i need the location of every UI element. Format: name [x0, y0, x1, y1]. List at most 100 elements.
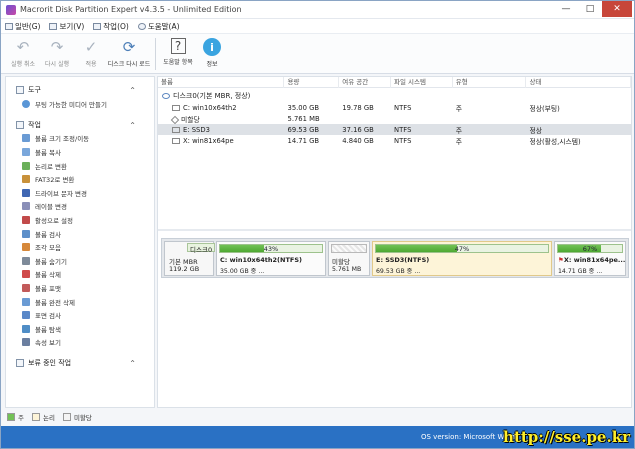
drive-letter-icon [22, 188, 30, 197]
operation-icon [93, 22, 102, 30]
redo-button[interactable]: ↷ 다시 실행 [41, 34, 73, 72]
type-cell: 주 [455, 137, 463, 146]
status-cell: 정상(부팅) [529, 104, 560, 113]
partition-icon [172, 126, 180, 133]
menu-general[interactable]: 일반(G) [5, 21, 40, 32]
logical-swatch [31, 413, 40, 421]
sidebar-item-label: 부팅 가능한 미디어 만들기 [35, 100, 107, 109]
disk-map-name: 디스크0 [187, 243, 215, 254]
sidebar-item-convert-fat32[interactable]: FAT32로 변환 [6, 172, 154, 186]
menu-view[interactable]: 보기(V) [49, 21, 84, 32]
fs-cell: NTFS [394, 125, 412, 134]
col-filesystem[interactable]: 파일 시스템 [391, 76, 453, 88]
reload-disk-button[interactable]: ⟳ 디스크 다시 로드 [107, 34, 151, 72]
convert-icon [22, 161, 30, 170]
sidebar: 도구 ⌃ 부팅 가능한 미디어 만들기 작업 ⌃ 볼륨 크기 조정/이동 볼륨 복사… [5, 76, 155, 408]
sidebar-item-label: FAT32로 변환 [35, 176, 75, 185]
sidebar-item-check-volume[interactable]: 볼륨 검사 [6, 227, 154, 241]
partition-name-row: ⚑X: win81x64pe... [558, 256, 625, 264]
table-row-selected[interactable]: E: SSD3 69.53 GB 37.16 GB NTFS 주 정상 [158, 124, 631, 135]
undo-button[interactable]: ↶ 실행 취소 [7, 34, 39, 72]
pane-splitter[interactable] [158, 229, 631, 231]
status-bar: OS version: Microsoft Wind http://sse.pe… [1, 426, 634, 448]
primary-swatch [7, 413, 15, 421]
resize-icon [22, 134, 30, 143]
table-row[interactable]: C: win10x64th2 35.00 GB 19.78 GB NTFS 주 … [158, 102, 631, 113]
status-cell: 정상 [529, 126, 542, 135]
reload-label: 디스크 다시 로드 [107, 61, 151, 68]
col-status[interactable]: 상태 [526, 76, 631, 88]
sidebar-item-change-label[interactable]: 레이블 변경 [6, 200, 154, 214]
sidebar-item-label: 볼륨 포맷 [35, 284, 61, 293]
col-free[interactable]: 여유 공간 [339, 76, 392, 88]
pending-section-header[interactable]: 보류 중인 작업 ⌃ [6, 356, 154, 370]
sidebar-item-label: 표면 검사 [35, 312, 61, 321]
sidebar-item-bootable-media[interactable]: 부팅 가능한 미디어 만들기 [6, 97, 154, 111]
sidebar-item-properties[interactable]: 속성 보기 [6, 336, 154, 350]
minimize-button[interactable]: — [554, 1, 578, 17]
legend-label: 논리 [42, 414, 55, 422]
col-volume[interactable]: 볼륨 [158, 76, 285, 88]
wrench-icon [16, 86, 24, 94]
free-cell: 19.78 GB [342, 103, 374, 112]
format-icon [22, 283, 30, 292]
sidebar-item-format-volume[interactable]: 볼륨 포맷 [6, 281, 154, 295]
watermark: http://sse.pe.kr [503, 428, 630, 446]
table-row[interactable]: 미할당 5.761 MB [158, 113, 631, 124]
general-icon [5, 22, 13, 30]
partition-block-x[interactable]: 67% ⚑X: win81x64pe... 14.71 GB 중 ... [554, 241, 626, 276]
table-row[interactable]: X: win81x64pe 14.71 GB 4.840 GB NTFS 주 정… [158, 135, 631, 146]
col-capacity[interactable]: 용량 [284, 76, 340, 88]
fs-cell: NTFS [394, 103, 412, 112]
usage-bar: 67% [557, 244, 623, 253]
unallocated-icon [170, 115, 180, 124]
sidebar-item-wipe-volume[interactable]: 볼륨 완전 삭제 [6, 295, 154, 309]
view-icon [49, 22, 58, 30]
properties-icon [22, 338, 30, 347]
menu-general-label: 일반(G) [15, 21, 41, 31]
sidebar-item-label: 속성 보기 [35, 339, 61, 348]
legend-logical: 논리 [31, 412, 55, 422]
legend-primary: 주 [7, 412, 24, 422]
info-button[interactable]: i 정보 [196, 34, 228, 72]
partition-block-unallocated[interactable]: 미할당 5.761 MB [328, 241, 370, 276]
sidebar-item-copy-volume[interactable]: 볼륨 복사 [6, 145, 154, 159]
tools-section-header[interactable]: 도구 ⌃ [6, 83, 154, 97]
disk-row-label: 디스크0(기본 MBR, 정상) [173, 92, 251, 100]
wipe-icon [22, 297, 30, 306]
sidebar-item-hide-volume[interactable]: 볼륨 숨기기 [6, 254, 154, 268]
maximize-button[interactable]: □ [578, 1, 602, 17]
delete-icon [22, 270, 30, 279]
sidebar-item-set-active[interactable]: 활성으로 설정 [6, 213, 154, 227]
ops-section-header[interactable]: 작업 ⌃ [6, 118, 154, 132]
toolbar: ↶ 실행 취소 ↷ 다시 실행 ✓ 적용 ⟳ 디스크 다시 로드 ? 도움말 항목 i 정보 [1, 34, 634, 74]
col-type[interactable]: 유형 [453, 76, 527, 88]
commit-button[interactable]: ✓ 적용 [75, 34, 107, 72]
label-icon [22, 202, 30, 211]
status-cell: 정상(활성,시스템) [529, 137, 581, 146]
partition-block-e[interactable]: 47% E: SSD3(NTFS) 69.53 GB 중 ... [372, 241, 552, 276]
disk-map-label[interactable]: 디스크0 기본 MBR 119.2 GB [164, 241, 215, 276]
sidebar-item-explore-volume[interactable]: 볼륨 탐색 [6, 322, 154, 336]
sidebar-item-defrag[interactable]: 조각 모음 [6, 240, 154, 254]
menu-operation-label: 작업(O) [103, 21, 129, 31]
defrag-icon [22, 243, 30, 252]
sidebar-item-delete-volume[interactable]: 볼륨 삭제 [6, 268, 154, 282]
partition-size: 35.00 GB 중 ... [220, 268, 265, 275]
fat32-icon [22, 175, 30, 184]
menu-operation[interactable]: 작업(O) [93, 21, 129, 32]
disk-row[interactable]: 디스크0(기본 MBR, 정상) [158, 90, 631, 102]
sidebar-item-change-letter[interactable]: 드라이브 문자 변경 [6, 186, 154, 200]
usage-bar: 43% [219, 244, 323, 253]
menu-help[interactable]: 도움말(A) [137, 21, 180, 32]
sidebar-item-convert-logical[interactable]: 논리로 변환 [6, 159, 154, 173]
close-button[interactable]: ✕ [602, 1, 632, 17]
partition-block-c[interactable]: 43% C: win10x64th2(NTFS) 35.00 GB 중 ... [216, 241, 326, 276]
sidebar-item-label: 볼륨 완전 삭제 [35, 298, 76, 307]
sidebar-item-label: 볼륨 삭제 [35, 271, 61, 280]
set-active-icon [22, 215, 30, 224]
free-cell: 37.16 GB [342, 125, 374, 134]
sidebar-item-resize-move[interactable]: 볼륨 크기 조정/이동 [6, 132, 154, 146]
sidebar-item-surface-test[interactable]: 표면 검사 [6, 308, 154, 322]
help-topics-button[interactable]: ? 도움말 항목 [162, 34, 194, 72]
